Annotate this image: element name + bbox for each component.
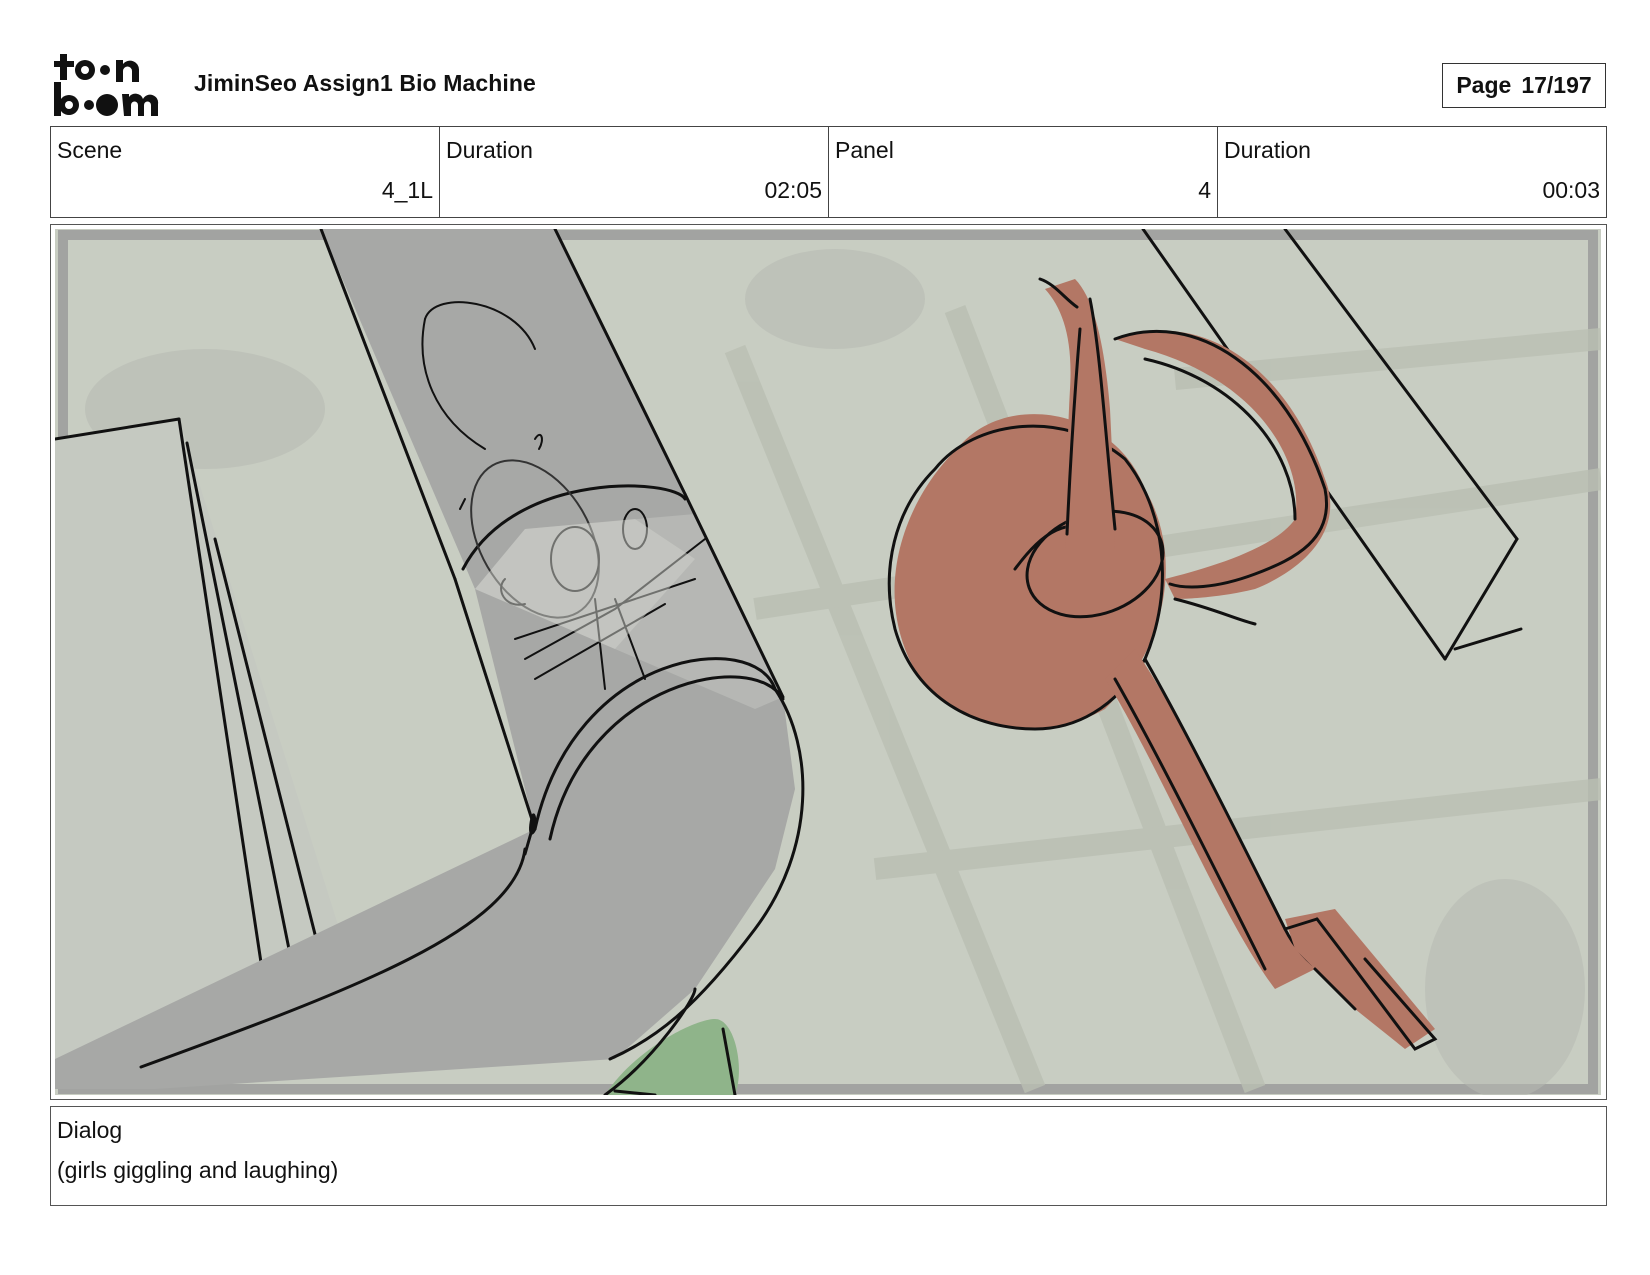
dialog-label: Dialog <box>57 1117 123 1143</box>
panel-value: 4 <box>1198 177 1211 203</box>
panel-duration-value: 00:03 <box>1542 177 1600 203</box>
toon-boom-logo <box>52 52 170 118</box>
document-title: JiminSeo Assign1 Bio Machine <box>194 70 536 96</box>
storyboard-sketch <box>55 229 1601 1095</box>
dialog-text: (girls giggling and laughing) <box>57 1157 339 1183</box>
storyboard-panel <box>50 224 1607 1100</box>
page-number: 17/197 <box>1521 72 1592 98</box>
panel-duration-label: Duration <box>1224 137 1311 163</box>
scene-label: Scene <box>57 137 123 163</box>
page-label: Page <box>1456 72 1512 98</box>
scene-duration-label: Duration <box>446 137 533 163</box>
dialog-box: Dialog (girls giggling and laughing) <box>50 1106 1607 1206</box>
scene-cell: Scene 4_1L <box>51 127 440 217</box>
panel-duration-cell: Duration 00:03 <box>1218 127 1606 217</box>
panel-cell: Panel 4 <box>829 127 1218 217</box>
page-indicator: Page 17/197 <box>1442 63 1606 108</box>
panel-label: Panel <box>835 137 894 163</box>
scene-duration-cell: Duration 02:05 <box>440 127 829 217</box>
panel-info-row: Scene 4_1L Duration 02:05 Panel 4 Durati… <box>50 126 1607 218</box>
scene-value: 4_1L <box>381 177 433 203</box>
scene-duration-value: 02:05 <box>764 177 822 203</box>
